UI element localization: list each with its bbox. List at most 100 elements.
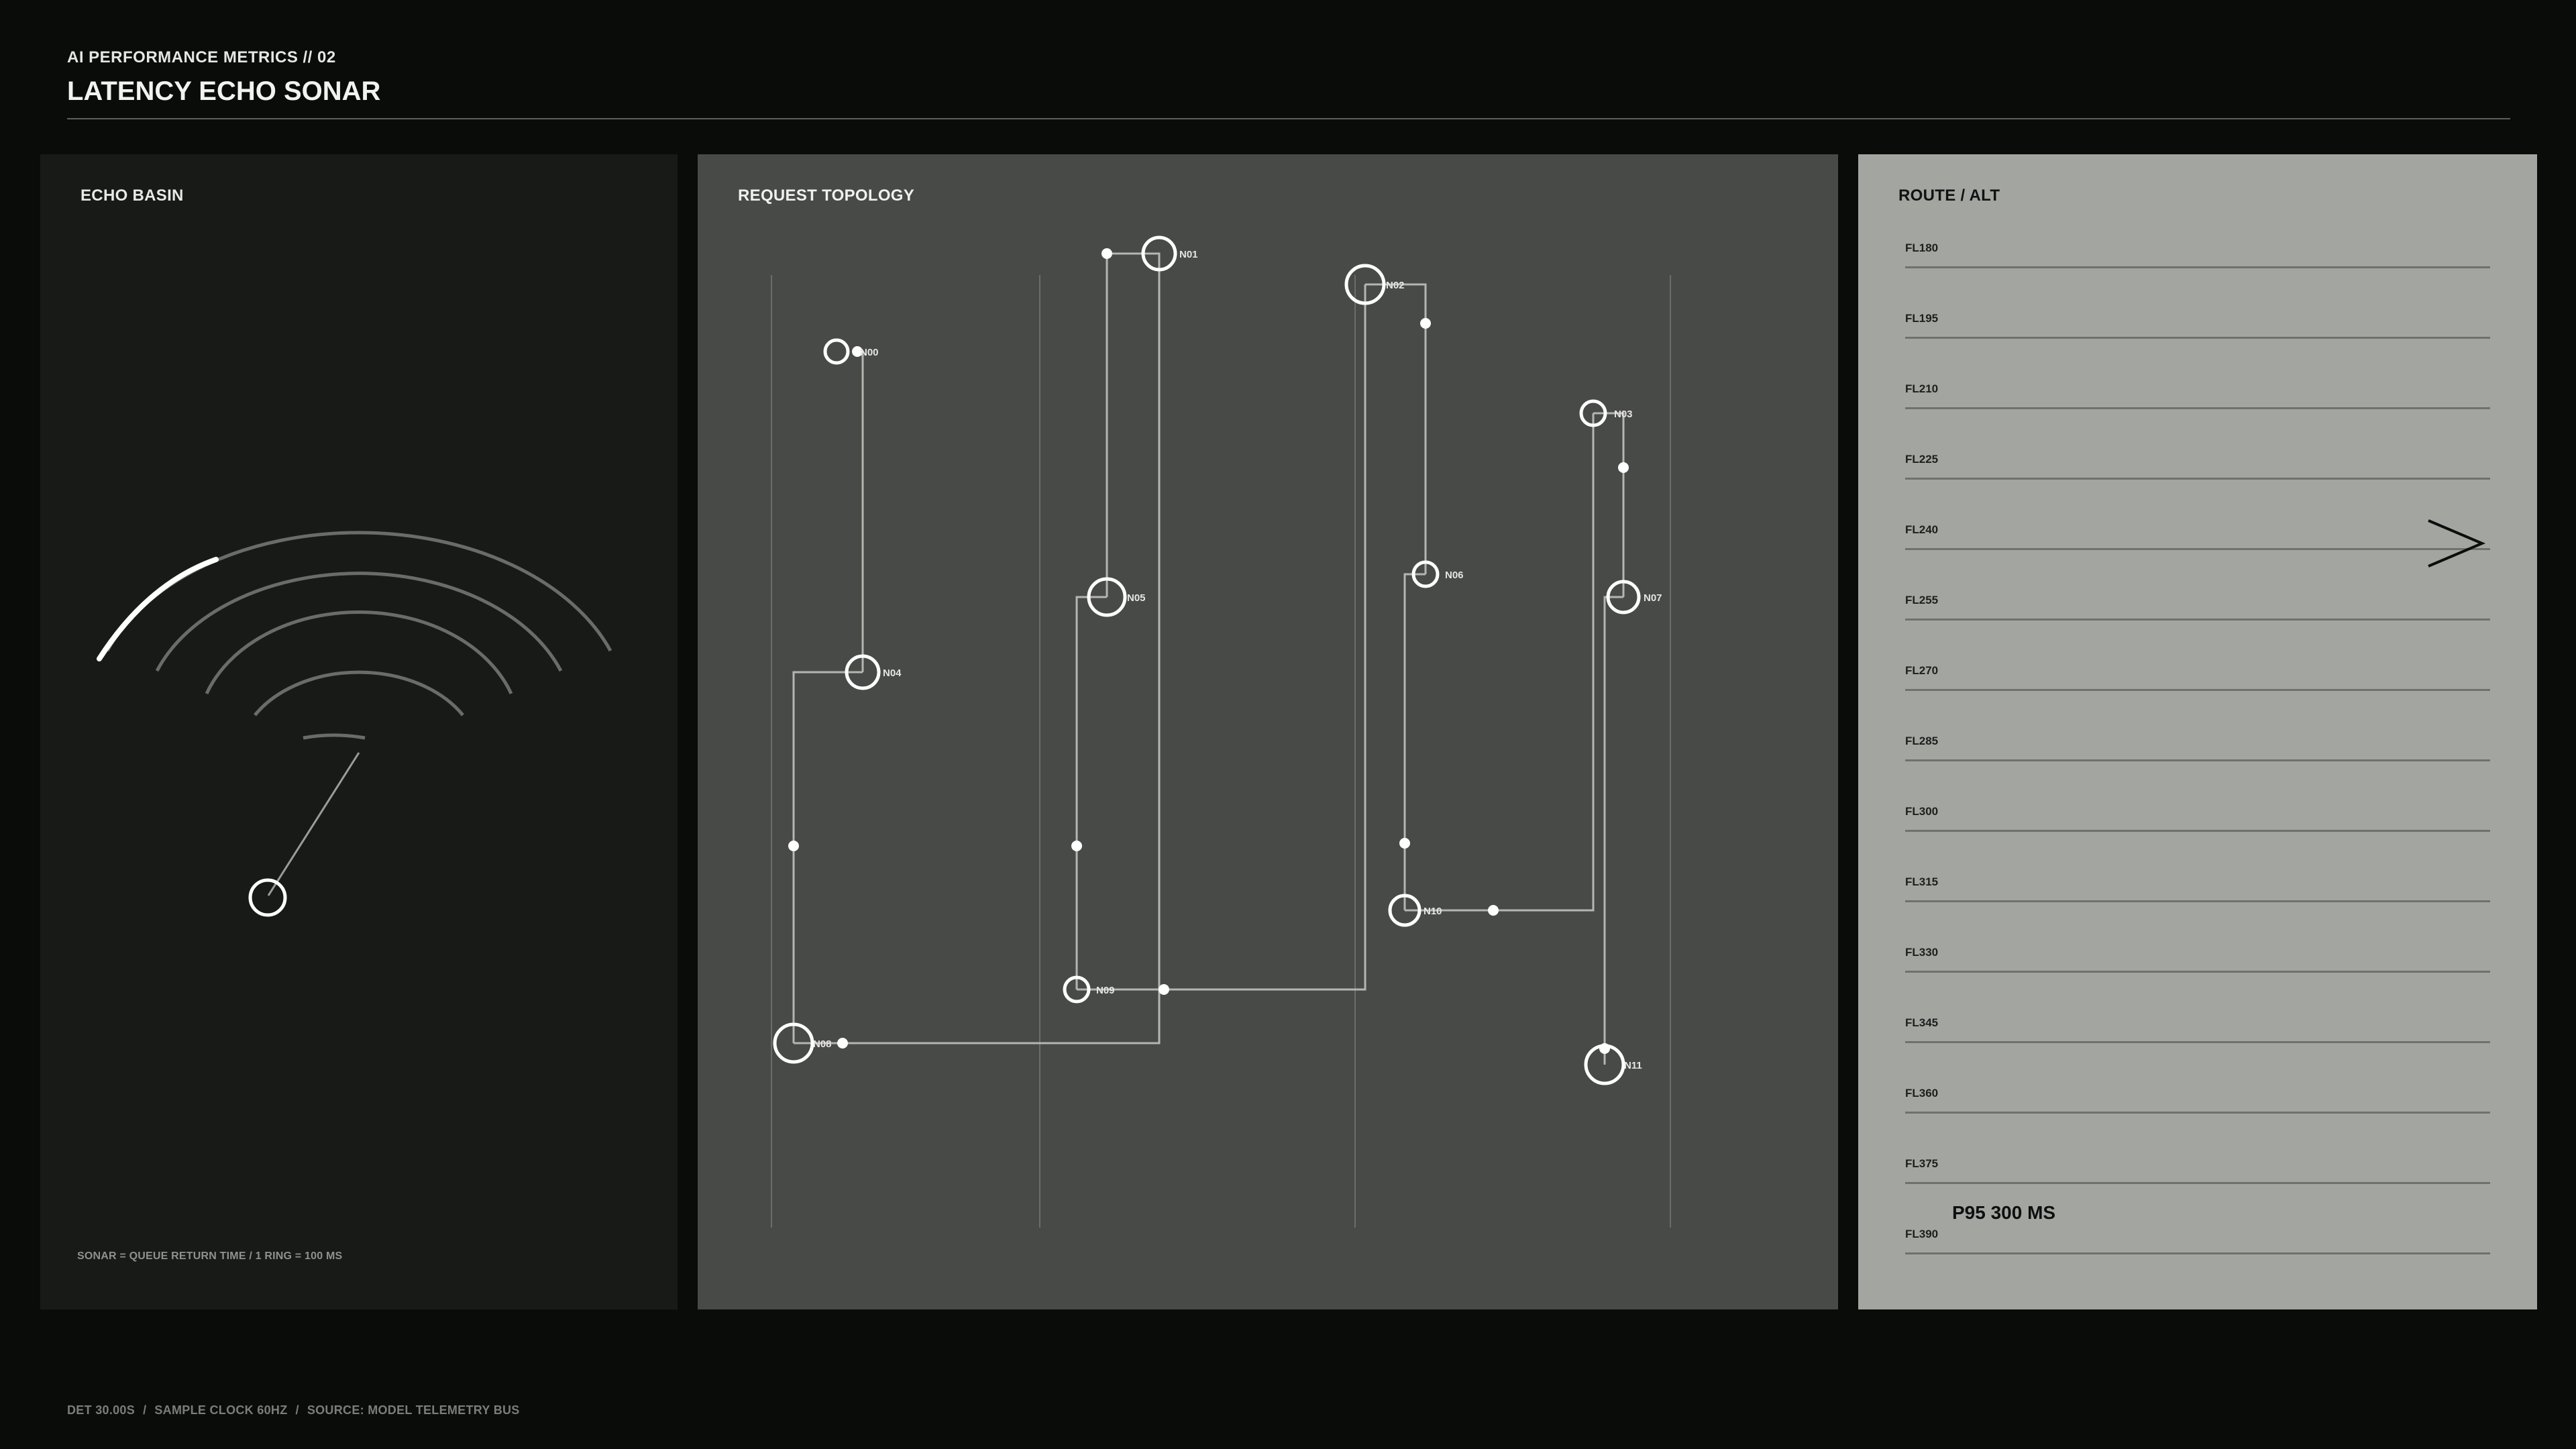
flight-level-line: [1905, 266, 2490, 268]
sonar-ping-line: [267, 752, 360, 896]
page-title: LATENCY ECHO SONAR: [67, 76, 381, 106]
sonar-graphic: [97, 531, 612, 917]
flight-level-line: [1905, 1041, 2490, 1043]
flight-level-row: FL255: [1905, 594, 2490, 621]
packet-dot: [1420, 318, 1431, 329]
flight-level-row: FL210: [1905, 382, 2490, 409]
header-divider: [67, 118, 2510, 119]
footer-det: DET 30.00S: [67, 1403, 136, 1417]
flight-level-line: [1905, 337, 2490, 339]
packet-dot: [1488, 905, 1499, 916]
flight-level-row: FL360: [1905, 1087, 2490, 1114]
flight-level-line: [1905, 689, 2490, 691]
flight-level-label: FL300: [1905, 805, 1939, 818]
p95-latency-readout: P95 300 MS: [1952, 1202, 2056, 1223]
flight-level-line: [1905, 407, 2490, 409]
flight-level-label: FL240: [1905, 523, 1939, 536]
node-label-n05: N05: [1127, 592, 1146, 604]
flight-level-line: [1905, 548, 2490, 550]
flight-level-line: [1905, 759, 2490, 761]
node-label-n11: N11: [1624, 1060, 1642, 1071]
flight-level-label: FL210: [1905, 382, 1939, 395]
packet-dot: [837, 1038, 848, 1049]
node-label-n06: N06: [1445, 570, 1464, 581]
packet-dot: [1618, 462, 1629, 473]
flight-level-line: [1905, 900, 2490, 902]
page-header: AI PERFORMANCE METRICS // 02 LATENCY ECH…: [67, 48, 2510, 107]
flight-level-row: FL315: [1905, 875, 2490, 902]
current-level-arrow-icon: [2428, 519, 2486, 568]
footer-clock: SAMPLE CLOCK 60HZ: [154, 1403, 288, 1417]
edge-n02-n06: [1365, 283, 1427, 574]
flight-level-row: FL300: [1905, 805, 2490, 832]
edge-n10-n03: [1405, 413, 1595, 912]
flight-level-row: FL375: [1905, 1157, 2490, 1184]
page-kicker: AI PERFORMANCE METRICS // 02: [67, 48, 336, 66]
topology-graph: N00 N01 N02 N03 N04 N05 N06 N07 N08 N09 …: [771, 235, 1671, 1228]
node-label-n03: N03: [1614, 409, 1633, 420]
flight-level-label: FL270: [1905, 664, 1939, 677]
flight-level-line: [1905, 619, 2490, 621]
flight-level-label: FL360: [1905, 1087, 1939, 1099]
packet-dot: [1399, 838, 1410, 849]
flight-level-label: FL180: [1905, 241, 1939, 254]
flight-level-row: FL330: [1905, 946, 2490, 973]
packet-dot: [1102, 248, 1112, 259]
packet-dot: [1159, 984, 1169, 995]
flight-level-label: FL255: [1905, 594, 1939, 606]
edge-n06-n10: [1403, 573, 1426, 910]
sonar-ping-ring: [248, 878, 287, 917]
flight-level-line: [1905, 1182, 2490, 1184]
node-label-n09: N09: [1096, 985, 1115, 996]
edge-n07-n11: [1603, 596, 1623, 1065]
flight-level-label: FL345: [1905, 1016, 1939, 1029]
sonar-ring-4: [155, 572, 563, 672]
edge-n05-n09: [1075, 596, 1107, 989]
flight-level-label: FL330: [1905, 946, 1939, 959]
flight-level-line: [1905, 971, 2490, 973]
node-label-n10: N10: [1424, 906, 1442, 917]
footer-source: SOURCE: MODEL TELEMETRY BUS: [307, 1403, 520, 1417]
flight-level-label: FL375: [1905, 1157, 1939, 1170]
flight-level-row: FL285: [1905, 735, 2490, 761]
flight-level-row: FL195: [1905, 312, 2490, 339]
route-alt-title: ROUTE / ALT: [1898, 186, 2000, 205]
flight-level-label: FL195: [1905, 312, 1939, 325]
flight-level-row: FL240: [1905, 523, 2490, 550]
node-label-n04: N04: [883, 667, 902, 679]
node-label-n01: N01: [1179, 249, 1198, 260]
node-label-n08: N08: [813, 1038, 832, 1050]
flight-level-line: [1905, 478, 2490, 480]
route-alt-panel: ROUTE / ALT FL180 FL195 FL210 FL225 FL240 FL2…: [1858, 154, 2537, 1309]
sonar-ring-5: [105, 531, 612, 652]
request-topology-panel: REQUEST TOPOLOGY N00 N01 N02 N03 N04 N05…: [698, 154, 1838, 1309]
packet-dot: [788, 841, 799, 851]
node-label-n07: N07: [1644, 592, 1662, 604]
flight-level-label: FL225: [1905, 453, 1939, 466]
echo-basin-panel: ECHO BASIN SONAR = QUEUE RETURN TIME / 1…: [40, 154, 678, 1309]
flight-level-row: FL180: [1905, 241, 2490, 268]
flight-level-line: [1905, 830, 2490, 832]
edge-n04-n08: [792, 671, 863, 1043]
node-label-n02: N02: [1386, 280, 1405, 291]
sonar-sweep-arc: [97, 557, 219, 661]
flight-level-row: FL225: [1905, 453, 2490, 480]
flight-level-line: [1905, 1112, 2490, 1114]
sonar-ring-2: [254, 670, 464, 716]
packet-dot: [1071, 841, 1082, 851]
packet-dot: [1599, 1043, 1610, 1054]
edge-n03-n07: [1593, 412, 1625, 597]
edge-n09-n02: [1077, 284, 1366, 991]
edge-n08-n01: [794, 252, 1161, 1044]
flight-level-label: FL315: [1905, 875, 1939, 888]
footer-meta: DET 30.00S / SAMPLE CLOCK 60HZ / SOURCE: MOD…: [67, 1403, 520, 1417]
flight-level-label: FL285: [1905, 735, 1939, 747]
flight-level-line: [1905, 1252, 2490, 1254]
flight-level-row: FL345: [1905, 1016, 2490, 1043]
flight-level-row: FL390: [1905, 1228, 2490, 1254]
edge-n00-n04: [857, 350, 864, 672]
sonar-ring-3: [205, 610, 513, 695]
sonar-ring-1: [303, 733, 366, 740]
node-n00: [823, 338, 850, 365]
node-label-n00: N00: [860, 347, 879, 358]
